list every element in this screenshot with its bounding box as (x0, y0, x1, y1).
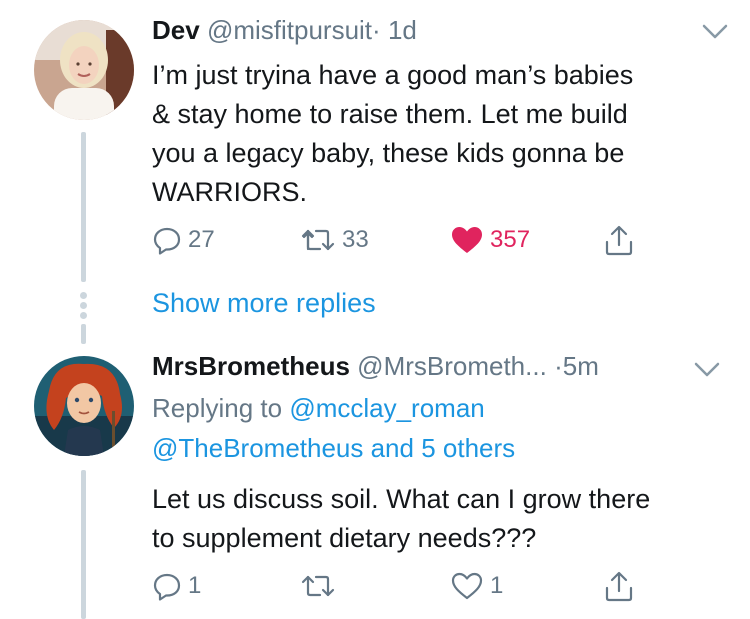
tweet-text-line: I’m just tryina have a good man’s babies (152, 60, 634, 90)
show-more-replies-link[interactable]: Show more replies (152, 288, 376, 319)
retweet-count: 33 (342, 226, 369, 253)
reply-icon (153, 227, 181, 255)
avatar-blonde-woman-icon (34, 20, 134, 120)
like-button[interactable]: 1 (450, 570, 503, 602)
tweet-text-line: & stay home to raise them. Let me build (152, 99, 628, 129)
thread-gap-dot (80, 292, 87, 299)
tweet-header: Dev @misfitpursuit· 1d (152, 14, 417, 46)
retweet-icon (301, 575, 335, 597)
mention-link[interactable]: @mcclay_roman (289, 393, 484, 423)
thread-connector-line (81, 132, 86, 282)
avatar-mrsbrometheus[interactable] (34, 356, 134, 456)
separator-dot: · (372, 15, 381, 45)
display-name[interactable]: MrsBrometheus (152, 351, 350, 381)
share-icon (605, 571, 633, 602)
retweet-button[interactable]: 33 (300, 224, 369, 256)
heart-outline-icon (451, 572, 483, 600)
tweet-text: Let us discuss soil. What can I grow the… (152, 480, 650, 558)
display-name[interactable]: Dev (152, 15, 200, 45)
thread-gap-dot (80, 302, 87, 309)
avatar-red-haired-cartoon-icon (34, 356, 134, 456)
share-icon (605, 225, 633, 256)
mention-others-link[interactable]: @TheBrometheus and 5 others (152, 433, 515, 463)
replying-to-label: Replying to (152, 393, 283, 423)
user-handle[interactable]: @misfitpursuit (207, 15, 372, 45)
share-button[interactable] (604, 570, 634, 602)
like-button[interactable]: 357 (450, 224, 530, 256)
chevron-down-icon[interactable] (702, 24, 728, 40)
chevron-down-icon[interactable] (694, 362, 720, 378)
tweet-header: MrsBrometheus @MrsBrometh... ·5m (152, 350, 599, 382)
user-handle[interactable]: @MrsBrometh... (357, 351, 547, 381)
tweet-text-line: you a legacy baby, these kids gonna be (152, 138, 625, 168)
separator-dot: · (554, 351, 563, 381)
tweet-text-line: Let us discuss soil. What can I grow the… (152, 484, 651, 514)
like-count: 357 (490, 226, 531, 253)
tweet-actions: 27 33 357 (152, 224, 652, 256)
retweet-button[interactable] (300, 570, 336, 602)
tweet-text-line: to supplement dietary needs??? (152, 523, 537, 553)
thread-gap-dot (80, 312, 87, 319)
thread-connector-line (81, 324, 86, 344)
avatar-dev[interactable] (34, 20, 134, 120)
reply-icon (153, 573, 181, 601)
reply-count: 1 (188, 572, 202, 599)
tweet-actions: 1 1 (152, 570, 652, 602)
tweet-text-line: WARRIORS. (152, 177, 307, 207)
reply-button[interactable]: 27 (152, 224, 215, 256)
timestamp[interactable]: 1d (388, 15, 417, 45)
like-count: 1 (490, 572, 504, 599)
replying-to: Replying to @mcclay_roman @TheBrometheus… (152, 388, 515, 468)
thread-connector-line (81, 470, 86, 619)
reply-button[interactable]: 1 (152, 570, 201, 602)
heart-filled-icon (452, 227, 482, 253)
timestamp[interactable]: 5m (563, 351, 599, 381)
reply-count: 27 (188, 226, 215, 253)
retweet-icon (301, 229, 335, 251)
share-button[interactable] (604, 224, 634, 256)
tweet-text: I’m just tryina have a good man’s babies… (152, 56, 633, 212)
